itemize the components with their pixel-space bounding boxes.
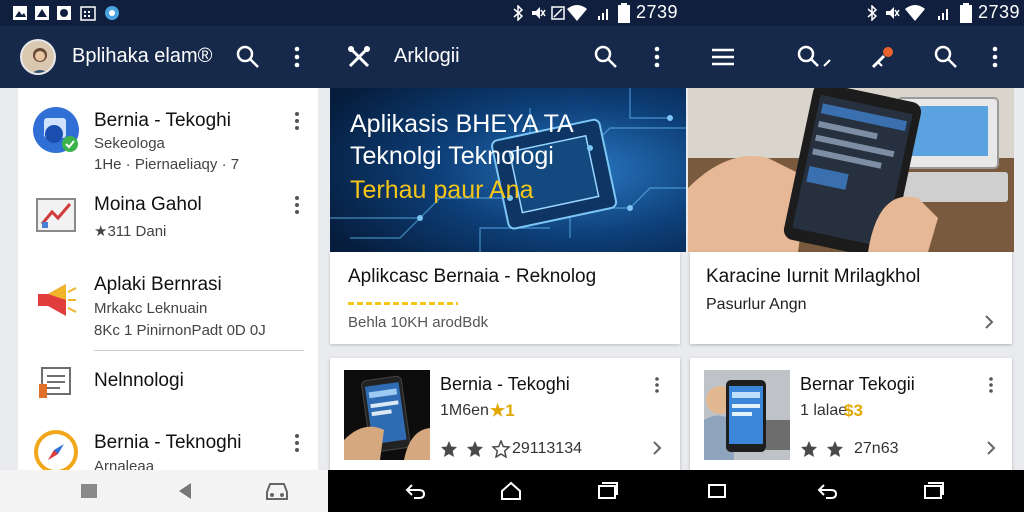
app-title: Bplihaka elam® — [72, 45, 213, 67]
recents-button[interactable] — [922, 481, 944, 501]
mute-icon — [886, 7, 900, 19]
list-item-title: Moina Gahol — [94, 194, 202, 215]
phone-photo — [688, 88, 1014, 252]
app-card-rating: 27n63 — [854, 440, 899, 457]
recents-button[interactable] — [596, 481, 618, 501]
list-item[interactable]: Aplaki Bernrasi Mrkakc Leknuain 8Kc 1 Pi… — [18, 260, 318, 348]
list-item[interactable]: Nelnnologi — [18, 354, 318, 414]
car-icon[interactable] — [264, 480, 290, 502]
rating-stars — [348, 302, 458, 305]
chevron-right-icon[interactable] — [652, 440, 662, 456]
mute-icon — [532, 7, 546, 19]
divider — [94, 350, 304, 351]
list-item-meta: 8Kc 1 PinirnonPadt 0D 0J — [94, 322, 266, 339]
app-card[interactable]: Bernia - Tekoghi 1M6en ★1 29113134 — [330, 358, 680, 470]
list-item[interactable]: Bernia - Tekoghi Sekeologa 1He · Piernae… — [18, 88, 318, 178]
rating-stars — [801, 441, 843, 457]
app-card-title: Bernia - Tekoghi — [440, 374, 570, 394]
app-card-badge: ★1 — [490, 401, 515, 420]
document-icon — [39, 367, 71, 398]
list-item-subtitle: Mrkakc Leknuain — [94, 300, 208, 317]
app-card-rating: 29113134 — [512, 440, 582, 457]
bluetooth-icon — [513, 5, 524, 21]
search-icon[interactable] — [593, 44, 619, 70]
photo-icon — [35, 6, 49, 20]
more-icon[interactable] — [290, 110, 304, 132]
circle-icon — [57, 6, 71, 20]
search-icon[interactable] — [796, 44, 836, 70]
signal-icon — [938, 9, 948, 20]
chart-app-icon — [36, 198, 76, 232]
image-icon — [13, 6, 27, 20]
app-card-subtitle: 1 lalae — [800, 402, 848, 419]
app-icon — [105, 6, 119, 20]
article-card-right[interactable]: Karacine Iurnit Mrilagkhol Pasurlur Angn — [690, 252, 1012, 344]
app-list: Bernia - Tekoghi Sekeologa 1He · Piernae… — [18, 88, 318, 470]
more-icon[interactable] — [650, 45, 664, 69]
list-item-title: Bernia - Teknoghi — [94, 432, 242, 453]
chevron-right-icon[interactable] — [986, 440, 996, 456]
app-card-badge: $3 — [844, 401, 863, 420]
list-item-subtitle: Arnaleaa — [94, 458, 155, 470]
hero-line-3: Terhau paur Ana — [350, 176, 534, 204]
list-item-title: Nelnnologi — [94, 370, 184, 391]
status-time-right: 2739 — [978, 2, 1021, 22]
wifi-icon — [905, 5, 925, 21]
tools-icon[interactable] — [346, 44, 372, 70]
list-item[interactable]: Moina Gahol ★311 Dani — [18, 180, 318, 252]
chevron-right-icon[interactable] — [984, 314, 994, 330]
back-button[interactable] — [404, 481, 426, 501]
rating-stars — [441, 440, 511, 458]
back-button[interactable] — [816, 481, 838, 501]
app-icon — [33, 107, 79, 153]
article-meta: Behla 10KH arodBdk — [348, 314, 489, 331]
calendar-icon — [80, 6, 96, 21]
list-item-subtitle: Sekeologa — [94, 135, 165, 152]
search-icon[interactable] — [235, 44, 261, 70]
nav-bar-right — [328, 470, 1024, 512]
data-icon — [551, 6, 565, 20]
battery-icon — [618, 3, 630, 23]
article-title: Aplikcasc Bernaia - Reknolog — [348, 266, 597, 287]
status-time: 2739 — [636, 2, 679, 22]
menu-icon[interactable] — [710, 44, 736, 70]
status-bar: 2739 2739 — [0, 0, 1024, 26]
section-title: Arklogii — [394, 45, 460, 67]
more-icon[interactable] — [986, 376, 996, 394]
hero-line-1: Aplikasis BHEYA TA — [350, 110, 574, 138]
more-icon[interactable] — [652, 376, 662, 394]
article-title: Karacine Iurnit Mrilagkhol — [706, 266, 921, 287]
list-item-title: Aplaki Bernrasi — [94, 274, 222, 295]
back-button[interactable] — [174, 481, 196, 501]
app-card-subtitle: 1M6en — [440, 402, 489, 419]
more-icon[interactable] — [290, 432, 304, 454]
article-card[interactable]: Aplikcasc Bernaia - Reknolog Behla 10KH … — [330, 252, 680, 344]
wifi-icon — [567, 5, 587, 21]
hero-line-2: Teknolgi Teknologi — [350, 142, 554, 170]
list-item-title: Bernia - Tekoghi — [94, 110, 231, 131]
bluetooth-icon — [867, 5, 878, 21]
list-item[interactable]: Bernia - Teknoghi Arnaleaa — [18, 418, 318, 470]
app-card[interactable]: Bernar Tekogii 1 lalae $3 27n63 — [690, 358, 1012, 470]
search-icon[interactable] — [933, 44, 959, 70]
article-subtitle: Pasurlur Angn — [706, 296, 807, 313]
more-icon[interactable] — [290, 45, 304, 69]
home-button[interactable] — [500, 481, 522, 501]
app-card-title: Bernar Tekogii — [800, 374, 915, 394]
more-icon[interactable] — [988, 45, 1002, 69]
app-thumbnail — [344, 370, 430, 460]
list-item-rating: ★311 Dani — [94, 223, 167, 240]
list-item-meta: 1He · Piernaeliaqy · 7 — [94, 156, 240, 173]
recents-button[interactable] — [78, 481, 100, 501]
square-button[interactable] — [706, 481, 728, 501]
compass-icon — [34, 430, 78, 470]
featured-photo[interactable] — [688, 88, 1014, 252]
battery-icon — [960, 3, 972, 23]
megaphone-icon — [38, 284, 77, 316]
more-icon[interactable] — [290, 194, 304, 216]
app-thumbnail — [704, 370, 790, 460]
brush-icon[interactable] — [870, 44, 896, 70]
avatar[interactable] — [20, 39, 56, 75]
signal-icon — [598, 9, 608, 20]
